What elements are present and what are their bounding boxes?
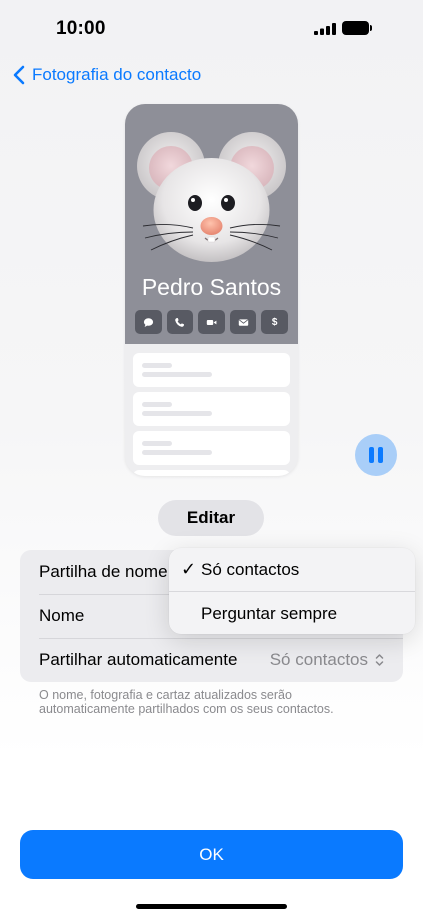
ok-button[interactable]: OK	[20, 830, 403, 879]
poster-placeholder-row	[133, 470, 290, 476]
name-sharing-label: Partilha de nome	[39, 562, 168, 581]
chevron-left-icon	[13, 65, 25, 85]
name-label: Nome	[39, 606, 85, 625]
battery-icon	[342, 21, 372, 35]
cellular-signal-icon	[314, 23, 336, 35]
message-action	[135, 310, 162, 334]
screen: 10:00 Fotografia do contacto Pedro Santo…	[0, 0, 423, 917]
menu-item-only-contacts[interactable]: ✓ Só contactos	[169, 548, 415, 591]
pause-button[interactable]	[355, 434, 397, 476]
auto-share-value: Só contactos	[269, 650, 368, 669]
message-icon	[143, 317, 153, 327]
chevron-up-down-icon	[375, 654, 384, 666]
home-indicator[interactable]	[136, 904, 287, 909]
mouse-memoji-icon	[137, 132, 286, 262]
phone-icon	[175, 317, 185, 327]
menu-item-label: Só contactos	[201, 559, 300, 579]
auto-share-select[interactable]: Só contactos	[270, 638, 384, 682]
video-action	[198, 310, 225, 334]
poster-placeholder-row	[133, 353, 290, 387]
poster-placeholder-row	[133, 431, 290, 465]
dollar-action: $	[261, 310, 288, 334]
back-button-label: Fotografia do contacto	[32, 65, 202, 84]
status-bar: 10:00	[0, 0, 423, 54]
sharing-footnote: O nome, fotografia e cartaz atualizados …	[39, 688, 334, 716]
checkmark-icon: ✓	[181, 559, 197, 579]
contact-poster-preview[interactable]: Pedro Santos $	[125, 104, 298, 476]
menu-item-label: Perguntar sempre	[201, 603, 338, 623]
pause-icon	[369, 447, 374, 463]
auto-share-label: Partilhar automaticamente	[39, 650, 238, 669]
auto-share-row[interactable]: Partilhar automaticamente Só contactos	[20, 638, 403, 682]
poster-contact-name: Pedro Santos	[141, 274, 282, 300]
mail-action	[229, 310, 257, 334]
poster-action-buttons: $	[135, 310, 288, 334]
poster-placeholder-row	[133, 392, 290, 426]
name-sharing-menu: ✓ Só contactos Perguntar sempre	[169, 548, 415, 634]
phone-action	[166, 310, 194, 334]
poster-header: Pedro Santos $	[125, 104, 298, 344]
edit-button[interactable]: Editar	[158, 500, 264, 536]
dollar-icon: $	[271, 316, 278, 328]
menu-item-always-ask[interactable]: Perguntar sempre	[169, 592, 415, 635]
status-time: 10:00	[56, 18, 106, 39]
back-button[interactable]: Fotografia do contacto	[12, 62, 201, 88]
video-icon	[206, 319, 217, 325]
mail-icon	[238, 318, 248, 326]
